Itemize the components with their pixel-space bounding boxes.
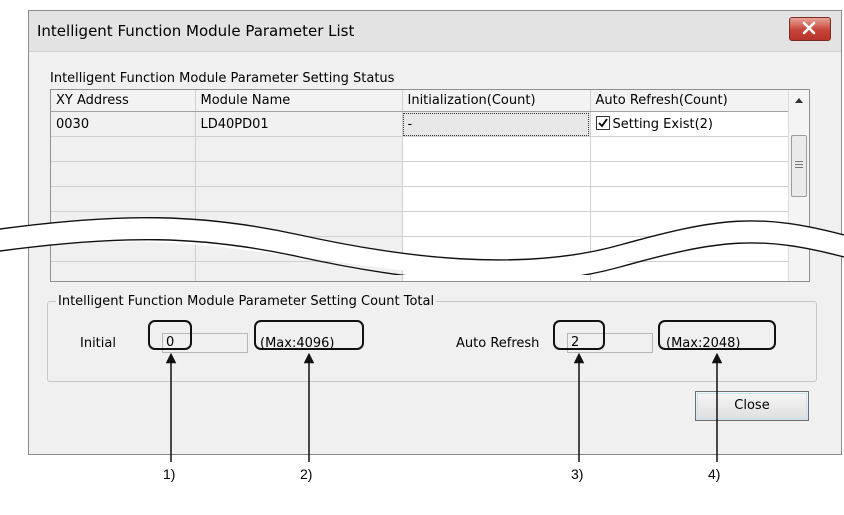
- callout-number-3: 3): [571, 466, 584, 482]
- callout-arrows: [165, 352, 723, 462]
- callout-number-2: 2): [300, 466, 313, 482]
- callout-number-1: 1): [163, 466, 176, 482]
- callout-number-4: 4): [708, 466, 721, 482]
